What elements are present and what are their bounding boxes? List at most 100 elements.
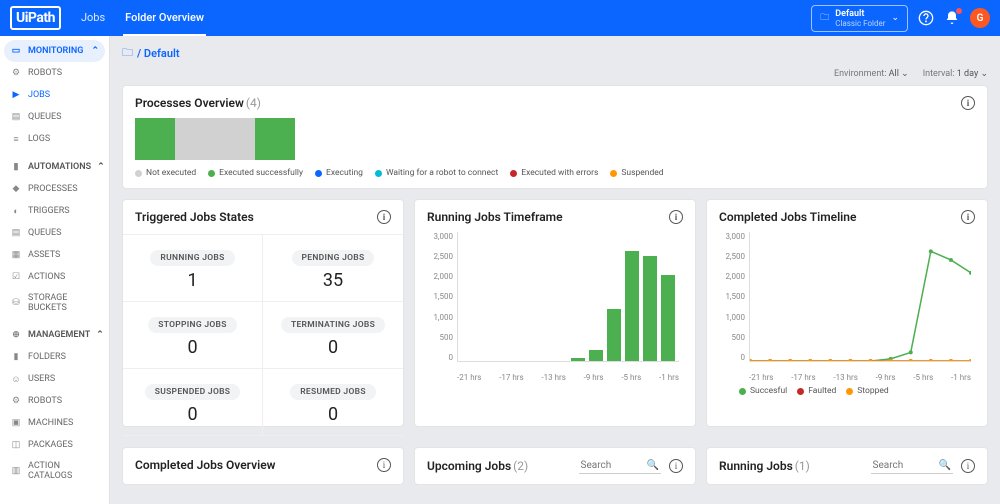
info-icon[interactable]: i [669,459,683,473]
processes-icon: ◆ [10,183,22,195]
completed-jobs-timeline-card: Completed Jobs Timeline i 3,0002,5002,00… [706,199,988,427]
card-title: Processes Overview [135,96,244,110]
kpi-cell: SUSPENDED JOBS0 [123,369,263,436]
folder-type: Classic Folder [835,19,885,28]
info-icon[interactable]: i [961,210,975,224]
sidebar-item-robots[interactable]: ⚙ROBOTS [4,62,105,84]
process-block[interactable] [135,118,175,160]
sidebar-item-triggers[interactable]: ◐TRIGGERS [4,200,105,222]
folder-icon: 🗀 [820,10,829,26]
line-chart: 3,0002,5002,0001,5001,0005000 -21 hrs-17… [719,232,975,382]
sidebar-section-monitoring[interactable]: ▭ MONITORING ⌃ [4,40,105,62]
card-title: Upcoming Jobs [427,459,511,473]
legend-item: Executed with errors [510,168,598,178]
sidebar-section-management[interactable]: ⊕ MANAGEMENT ⌃ [4,324,105,346]
breadcrumb-path: / Default [137,47,180,60]
chevron-up-icon: ⌃ [96,330,104,340]
completed-jobs-overview-card: Completed Jobs Overview i [122,447,404,485]
sidebar-item-processes[interactable]: ◆PROCESSES [4,178,105,200]
search-input-upcoming[interactable]: 🔍 [579,458,661,474]
running-jobs-card: Running Jobs (1) 🔍 i [706,447,988,485]
search-icon: 🔍 [939,460,951,471]
legend-item: Executing [315,168,363,178]
logo[interactable]: UiPath [10,6,61,30]
kpi-cell: STOPPING JOBS0 [123,302,263,369]
topbar: UiPath Jobs Folder Overview 🗀 Default Cl… [0,0,1000,36]
info-icon[interactable]: i [669,210,683,224]
search-field[interactable] [873,460,933,471]
robot-icon: ⚙ [10,67,22,79]
breadcrumb[interactable]: 🗀 / Default [122,44,988,63]
sidebar-item-users[interactable]: ☺USERS [4,368,105,390]
sidebar-item-folders[interactable]: ▮FOLDERS [4,346,105,368]
monitor-icon: ▭ [10,45,22,57]
chevron-up-icon: ⌃ [97,162,105,172]
sidebar-item-storage[interactable]: ⛁STORAGE BUCKETS [4,288,105,318]
running-jobs-timeframe-card: Running Jobs Timeframe i 3,0002,5002,000… [414,199,696,427]
legend-item: Waiting for a robot to connect [375,168,498,178]
count-badge: (1) [795,459,810,473]
bar [571,358,585,361]
kpi-cell: RUNNING JOBS1 [123,235,263,302]
processes-overview-card: Processes Overview (4) i Not executed Exe… [122,85,988,189]
sidebar-item-jobs[interactable]: ▶JOBS [4,84,105,106]
chevron-down-icon: ⌄ [891,13,899,23]
legend-item: Faulted [797,386,836,396]
sidebar-item-logs[interactable]: ≡LOGS [4,128,105,150]
legend-item: Not executed [135,168,196,178]
help-icon[interactable] [918,10,934,26]
bell-icon[interactable] [944,10,960,26]
processes-legend: Not executed Executed successfully Executi… [135,168,975,178]
chevron-down-icon: ⌄ [980,69,988,79]
search-input-running[interactable]: 🔍 [871,458,953,474]
legend-item: Succesful [739,386,787,396]
chevron-up-icon: ⌃ [91,46,99,56]
legend-item: Executed successfully [208,168,303,178]
sidebar-item-actions[interactable]: ☑ACTIONS [4,266,105,288]
triggered-jobs-card: Triggered Jobs States i RUNNING JOBS1PEN… [122,199,404,427]
users-icon: ☺ [10,373,22,385]
sidebar-item-queues2[interactable]: ▤QUEUES [4,222,105,244]
info-icon[interactable]: i [961,459,975,473]
process-block[interactable] [175,118,215,160]
sidebar: ▭ MONITORING ⌃ ⚙ROBOTS ▶JOBS ▤QUEUES ≡LO… [0,36,110,504]
kpi-grid: RUNNING JOBS1PENDING JOBS35STOPPING JOBS… [123,234,403,436]
process-block[interactable] [255,118,295,160]
sidebar-item-machines[interactable]: ▣MACHINES [4,412,105,434]
folder-selector[interactable]: 🗀 Default Classic Folder ⌄ [811,5,908,32]
info-icon[interactable]: i [961,96,975,110]
folder-icon: ▮ [10,351,22,363]
kpi-cell: TERMINATING JOBS0 [263,302,403,369]
sidebar-item-packages[interactable]: ◫PACKAGES [4,434,105,456]
count-badge: (4) [246,96,261,110]
sidebar-item-queues[interactable]: ▤QUEUES [4,106,105,128]
interval-filter[interactable]: Interval: 1 day ⌄ [923,69,988,79]
kpi-cell: RESUMED JOBS0 [263,369,403,436]
logs-icon: ≡ [10,133,22,145]
info-icon[interactable]: i [377,458,391,472]
machines-icon: ▣ [10,417,22,429]
sidebar-label: MANAGEMENT [28,330,90,340]
nav-jobs[interactable]: Jobs [79,1,107,36]
process-block[interactable] [215,118,255,160]
queue-icon: ▤ [10,227,22,239]
sidebar-section-automations[interactable]: ▮ AUTOMATIONS ⌃ [4,156,105,178]
legend-item: Stopped [846,386,888,396]
nav-folder-overview[interactable]: Folder Overview [123,1,206,36]
folder-icon: 🗀 [122,44,133,63]
queue-icon: ▤ [10,111,22,123]
sidebar-item-catalogs[interactable]: ▥ACTION CATALOGS [4,456,105,486]
count-badge: (2) [513,459,528,473]
catalog-icon: ▥ [10,465,22,477]
card-title: Triggered Jobs States [135,210,254,224]
folder-icon: ▮ [10,161,22,173]
avatar[interactable]: G [970,8,990,28]
robot-icon: ⚙ [10,395,22,407]
env-filter[interactable]: Environment: All ⌄ [834,69,909,79]
info-icon[interactable]: i [377,210,391,224]
sidebar-item-assets[interactable]: ▦ASSETS [4,244,105,266]
upcoming-jobs-card: Upcoming Jobs (2) 🔍 i [414,447,696,485]
search-field[interactable] [581,460,641,471]
sidebar-item-robots2[interactable]: ⚙ROBOTS [4,390,105,412]
card-title: Completed Jobs Timeline [719,210,856,224]
